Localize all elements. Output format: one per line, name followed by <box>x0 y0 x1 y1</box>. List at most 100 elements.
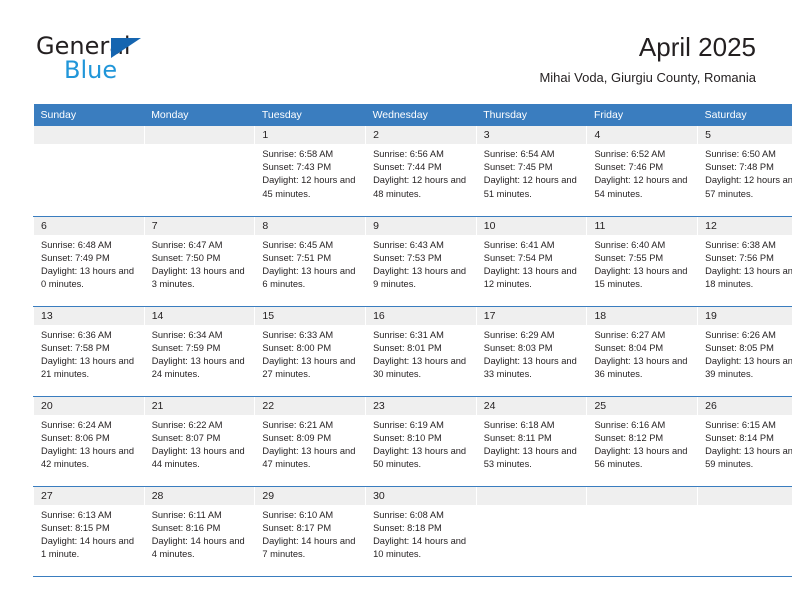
daylight-text: Daylight: 14 hours and 4 minutes. <box>151 535 245 560</box>
day-number-label: 25 <box>594 399 607 412</box>
calendar-day-cell[interactable]: 20 Sunrise: 6:24 AM Sunset: 8:06 PM Dayligh… <box>33 396 145 487</box>
daylight-text: Daylight: 12 hours and 48 minutes. <box>373 175 467 199</box>
day-number-label: 13 <box>41 309 53 322</box>
sunset-text: Sunset: 7:50 PM <box>151 252 221 263</box>
calendar-day-cell[interactable]: 11 Sunrise: 6:40 AM Sunset: 7:55 PM Dayligh… <box>586 216 699 307</box>
day-cell-inner: 29 Sunrise: 6:10 AM Sunset: 8:17 PM Dayligh… <box>255 486 366 576</box>
daylight-text: Daylight: 13 hours and 21 minutes. <box>41 355 135 380</box>
sun-info: Sunrise: 6:31 AM Sunset: 8:01 PM Daylight:… <box>366 325 476 382</box>
sunset-text: Sunset: 7:59 PM <box>151 342 221 353</box>
calendar-day-cell[interactable]: 14 Sunrise: 6:34 AM Sunset: 7:59 PM Dayligh… <box>143 306 256 397</box>
day-number-label: 19 <box>705 309 717 322</box>
sun-info: Sunrise: 6:43 AM Sunset: 7:53 PM Daylight:… <box>366 235 476 292</box>
day-number: 26 <box>698 396 792 415</box>
daylight-text: Daylight: 13 hours and 44 minutes. <box>151 445 245 470</box>
day-cell-inner: 17 Sunrise: 6:29 AM Sunset: 8:03 PM Dayligh… <box>476 306 587 396</box>
calendar-day-cell[interactable]: 26 Sunrise: 6:15 AM Sunset: 8:14 PM Dayligh… <box>697 396 792 487</box>
daylight-text: Daylight: 13 hours and 15 minutes. <box>594 265 688 290</box>
day-number: 22 <box>255 396 366 415</box>
calendar-day-cell[interactable]: 25 Sunrise: 6:16 AM Sunset: 8:12 PM Dayligh… <box>586 396 699 487</box>
day-cell-inner: 27 Sunrise: 6:13 AM Sunset: 8:15 PM Dayligh… <box>34 486 144 576</box>
calendar-day-cell[interactable]: 23 Sunrise: 6:19 AM Sunset: 8:10 PM Dayligh… <box>365 396 477 487</box>
calendar-day-cell[interactable]: 29 Sunrise: 6:10 AM Sunset: 8:17 PM Dayligh… <box>254 486 367 577</box>
sunrise-text: Sunrise: 6:11 AM <box>151 509 222 520</box>
calendar-day-cell[interactable]: 21 Sunrise: 6:22 AM Sunset: 8:07 PM Dayligh… <box>143 396 256 487</box>
daylight-text: Daylight: 13 hours and 24 minutes. <box>151 355 245 380</box>
day-number: 4 <box>587 126 698 144</box>
sunset-text: Sunset: 8:14 PM <box>705 432 774 443</box>
sun-info: Sunrise: 6:18 AM Sunset: 8:11 PM Daylight:… <box>477 415 587 472</box>
day-cell-inner: 13 Sunrise: 6:36 AM Sunset: 7:58 PM Dayligh… <box>34 306 144 396</box>
sunset-text: Sunset: 7:44 PM <box>373 162 442 173</box>
calendar-day-cell[interactable]: 27 Sunrise: 6:13 AM Sunset: 8:15 PM Dayligh… <box>33 486 145 577</box>
day-number: 11 <box>587 216 698 235</box>
sunset-text: Sunset: 7:54 PM <box>483 252 553 263</box>
day-number: 30 <box>366 486 476 505</box>
sunset-text: Sunset: 7:53 PM <box>373 252 442 263</box>
day-cell-inner: 1 Sunrise: 6:58 AM Sunset: 7:43 PM Daylight… <box>255 126 366 215</box>
sunset-text: Sunset: 8:04 PM <box>594 342 664 353</box>
day-number-label: 9 <box>373 219 379 232</box>
sun-info: Sunrise: 6:11 AM Sunset: 8:16 PM Daylight:… <box>145 505 255 562</box>
daylight-text: Daylight: 13 hours and 33 minutes. <box>483 355 577 380</box>
day-number-label: 20 <box>41 399 53 412</box>
calendar-header-row: Sunday Monday Tuesday Wednesday Thursday… <box>33 104 792 126</box>
day-number-label: 10 <box>483 219 496 232</box>
sun-info: Sunrise: 6:10 AM Sunset: 8:17 PM Daylight:… <box>255 505 365 562</box>
day-number-label: 22 <box>262 399 275 412</box>
sunrise-text: Sunrise: 6:24 AM <box>41 419 112 430</box>
day-cell-inner: 4 Sunrise: 6:52 AM Sunset: 7:46 PM Daylight… <box>587 126 698 215</box>
day-number: 19 <box>698 306 792 325</box>
calendar-day-cell[interactable]: 3 Sunrise: 6:54 AM Sunset: 7:45 PM Daylight… <box>475 126 588 217</box>
day-cell-inner: 18 Sunrise: 6:27 AM Sunset: 8:04 PM Dayligh… <box>587 306 698 396</box>
calendar-day-cell[interactable]: 22 Sunrise: 6:21 AM Sunset: 8:09 PM Dayligh… <box>254 396 367 487</box>
calendar-day-cell[interactable]: 15 Sunrise: 6:33 AM Sunset: 8:00 PM Dayligh… <box>254 306 367 397</box>
calendar-day-cell[interactable]: 16 Sunrise: 6:31 AM Sunset: 8:01 PM Dayligh… <box>365 306 477 397</box>
day-cell-inner: 5 Sunrise: 6:50 AM Sunset: 7:48 PM Daylight… <box>698 126 792 215</box>
calendar-day-cell-empty <box>697 486 792 577</box>
sun-info: Sunrise: 6:56 AM Sunset: 7:44 PM Daylight:… <box>366 144 476 201</box>
daylight-text: Daylight: 13 hours and 56 minutes. <box>594 445 688 470</box>
calendar-day-cell[interactable]: 19 Sunrise: 6:26 AM Sunset: 8:05 PM Dayligh… <box>697 306 792 397</box>
daylight-text: Daylight: 13 hours and 3 minutes. <box>151 265 245 290</box>
calendar-day-cell[interactable]: 9 Sunrise: 6:43 AM Sunset: 7:53 PM Daylight… <box>365 216 477 307</box>
day-cell-inner: 20 Sunrise: 6:24 AM Sunset: 8:06 PM Dayligh… <box>34 396 144 486</box>
day-cell-inner <box>587 486 698 576</box>
calendar-day-cell[interactable]: 28 Sunrise: 6:11 AM Sunset: 8:16 PM Dayligh… <box>143 486 256 577</box>
calendar-day-cell[interactable]: 10 Sunrise: 6:41 AM Sunset: 7:54 PM Dayligh… <box>475 216 588 307</box>
sun-info: Sunrise: 6:24 AM Sunset: 8:06 PM Daylight:… <box>34 415 144 472</box>
sunrise-text: Sunrise: 6:41 AM <box>483 239 555 250</box>
calendar-day-cell[interactable]: 30 Sunrise: 6:08 AM Sunset: 8:18 PM Dayligh… <box>365 486 477 577</box>
day-number-label: 4 <box>594 129 601 141</box>
day-number-label: 2 <box>373 129 379 141</box>
sun-info: Sunrise: 6:40 AM Sunset: 7:55 PM Daylight:… <box>587 235 697 292</box>
calendar-day-cell[interactable]: 1 Sunrise: 6:58 AM Sunset: 7:43 PM Daylight… <box>254 126 367 217</box>
general-blue-logo[interactable]: General Blue <box>36 33 236 89</box>
calendar-day-cell[interactable]: 6 Sunrise: 6:48 AM Sunset: 7:49 PM Daylight… <box>33 216 145 307</box>
title-block: April 2025 Mihai Voda, Giurgiu County, R… <box>539 30 756 86</box>
calendar-day-cell[interactable]: 13 Sunrise: 6:36 AM Sunset: 7:58 PM Dayligh… <box>33 306 145 397</box>
calendar-day-cell[interactable]: 4 Sunrise: 6:52 AM Sunset: 7:46 PM Daylight… <box>586 126 699 217</box>
sunset-text: Sunset: 7:56 PM <box>705 252 774 263</box>
calendar-day-cell[interactable]: 12 Sunrise: 6:38 AM Sunset: 7:56 PM Dayligh… <box>697 216 792 307</box>
sunset-text: Sunset: 7:45 PM <box>483 162 553 173</box>
calendar-day-cell[interactable]: 18 Sunrise: 6:27 AM Sunset: 8:04 PM Dayligh… <box>586 306 699 397</box>
day-number: 27 <box>34 486 144 505</box>
calendar-grid: Sunday Monday Tuesday Wednesday Thursday… <box>33 104 792 577</box>
calendar-day-cell[interactable]: 17 Sunrise: 6:29 AM Sunset: 8:03 PM Dayligh… <box>475 306 588 397</box>
sunrise-text: Sunrise: 6:47 AM <box>151 239 223 250</box>
sunset-text: Sunset: 8:11 PM <box>483 432 552 443</box>
daylight-text: Daylight: 13 hours and 0 minutes. <box>41 265 135 290</box>
calendar-day-cell[interactable]: 8 Sunrise: 6:45 AM Sunset: 7:51 PM Daylight… <box>254 216 367 307</box>
calendar-day-cell[interactable]: 7 Sunrise: 6:47 AM Sunset: 7:50 PM Daylight… <box>143 216 256 307</box>
day-cell-inner: 10 Sunrise: 6:41 AM Sunset: 7:54 PM Dayligh… <box>476 216 587 306</box>
calendar-day-cell[interactable]: 5 Sunrise: 6:50 AM Sunset: 7:48 PM Daylight… <box>697 126 792 217</box>
day-number: 20 <box>34 396 144 415</box>
sun-info: Sunrise: 6:33 AM Sunset: 8:00 PM Daylight:… <box>255 325 365 382</box>
calendar-day-cell[interactable]: 24 Sunrise: 6:18 AM Sunset: 8:11 PM Dayligh… <box>475 396 588 487</box>
day-cell-inner: 6 Sunrise: 6:48 AM Sunset: 7:49 PM Daylight… <box>34 216 144 306</box>
sunset-text: Sunset: 7:46 PM <box>594 162 664 173</box>
day-number-label: 29 <box>262 489 275 502</box>
calendar-day-cell-empty <box>475 486 588 577</box>
calendar-day-cell[interactable]: 2 Sunrise: 6:56 AM Sunset: 7:44 PM Daylight… <box>365 126 477 217</box>
